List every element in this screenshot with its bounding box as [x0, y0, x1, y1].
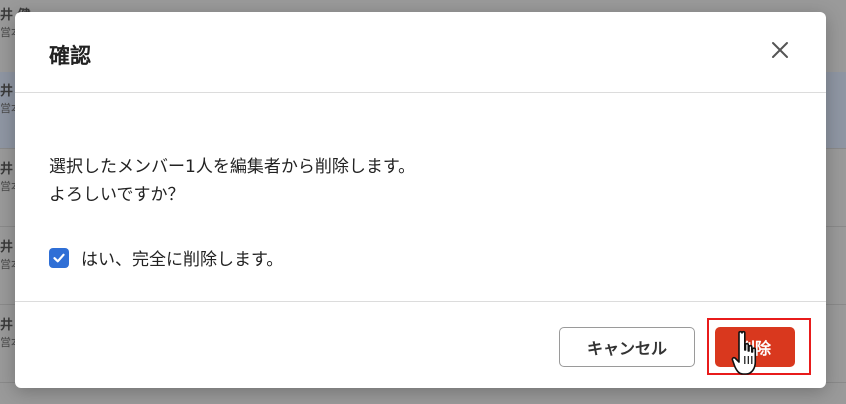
message-line-1: 選択したメンバー1人を編集者から削除します。 — [49, 157, 416, 177]
checkbox-checked[interactable] — [49, 247, 69, 268]
confirm-dialog: 確認 選択したメンバー1人を編集者から削除します。 よろしいですか？ はい、完全… — [15, 12, 826, 388]
dialog-footer: キャンセル 削除 — [15, 302, 826, 388]
close-icon — [772, 42, 788, 58]
message-line-2: よろしいですか？ — [49, 185, 185, 205]
delete-button[interactable]: 削除 — [715, 327, 795, 367]
dialog-header: 確認 — [15, 12, 826, 93]
confirm-message: 選択したメンバー1人を編集者から削除します。 よろしいですか？ — [49, 153, 415, 209]
checkbox-label[interactable]: はい、完全に削除します。 — [81, 245, 283, 270]
dialog-body: 選択したメンバー1人を編集者から削除します。 よろしいですか？ はい、完全に削除… — [15, 93, 826, 302]
checkmark-icon — [53, 253, 65, 262]
confirm-delete-checkbox[interactable]: はい、完全に削除します。 — [49, 245, 283, 270]
cancel-button[interactable]: キャンセル — [559, 327, 695, 367]
member-name: 井 — [0, 162, 14, 177]
member-name: 井 — [0, 318, 14, 333]
dialog-title: 確認 — [49, 44, 91, 68]
close-button[interactable] — [768, 38, 792, 62]
member-name: 井 — [0, 84, 14, 99]
member-name: 井 — [0, 240, 14, 255]
